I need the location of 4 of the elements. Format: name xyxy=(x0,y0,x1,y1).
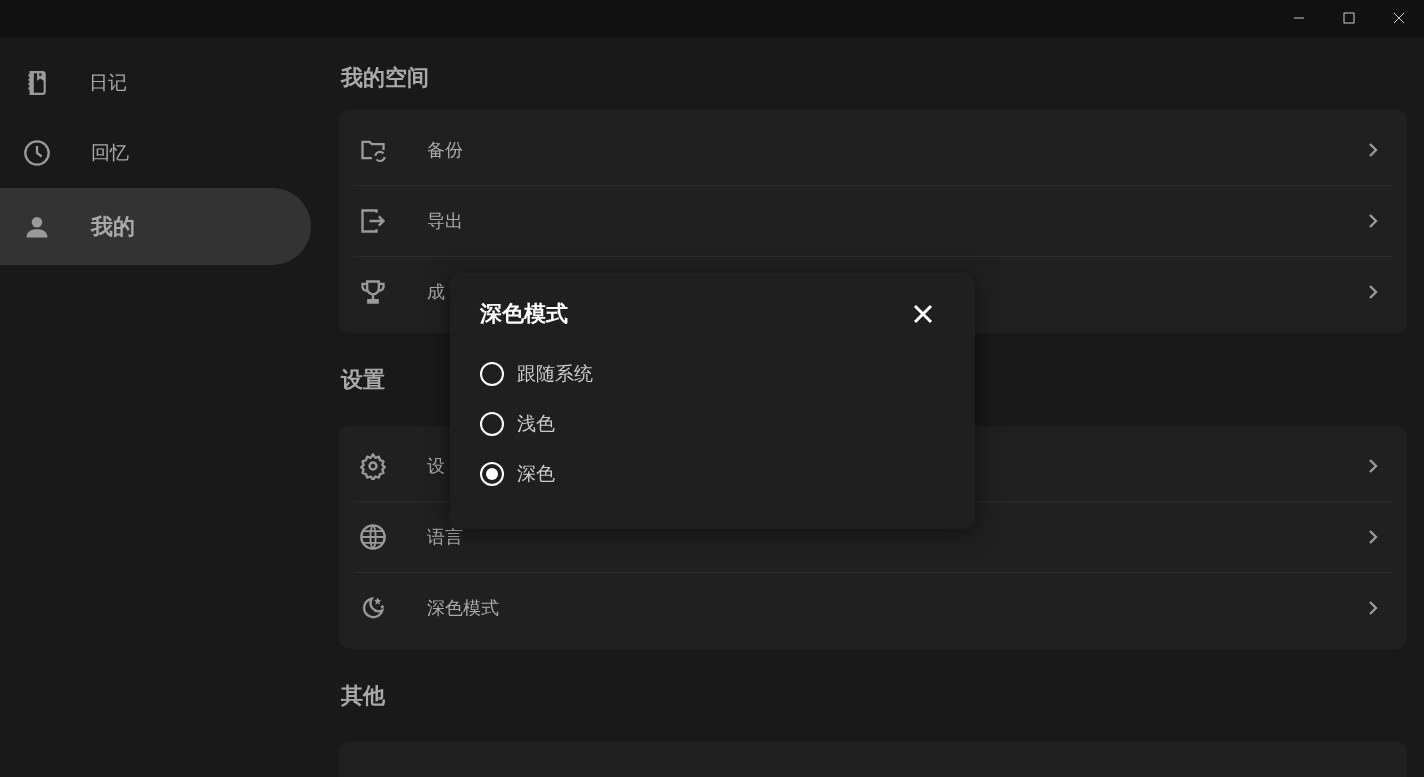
section-heading: 其他 xyxy=(340,682,385,710)
section-heading: 我的空间 xyxy=(339,64,429,92)
section-heading: 设置 xyxy=(339,366,385,394)
dialog-title: 深色模式 xyxy=(480,300,568,328)
